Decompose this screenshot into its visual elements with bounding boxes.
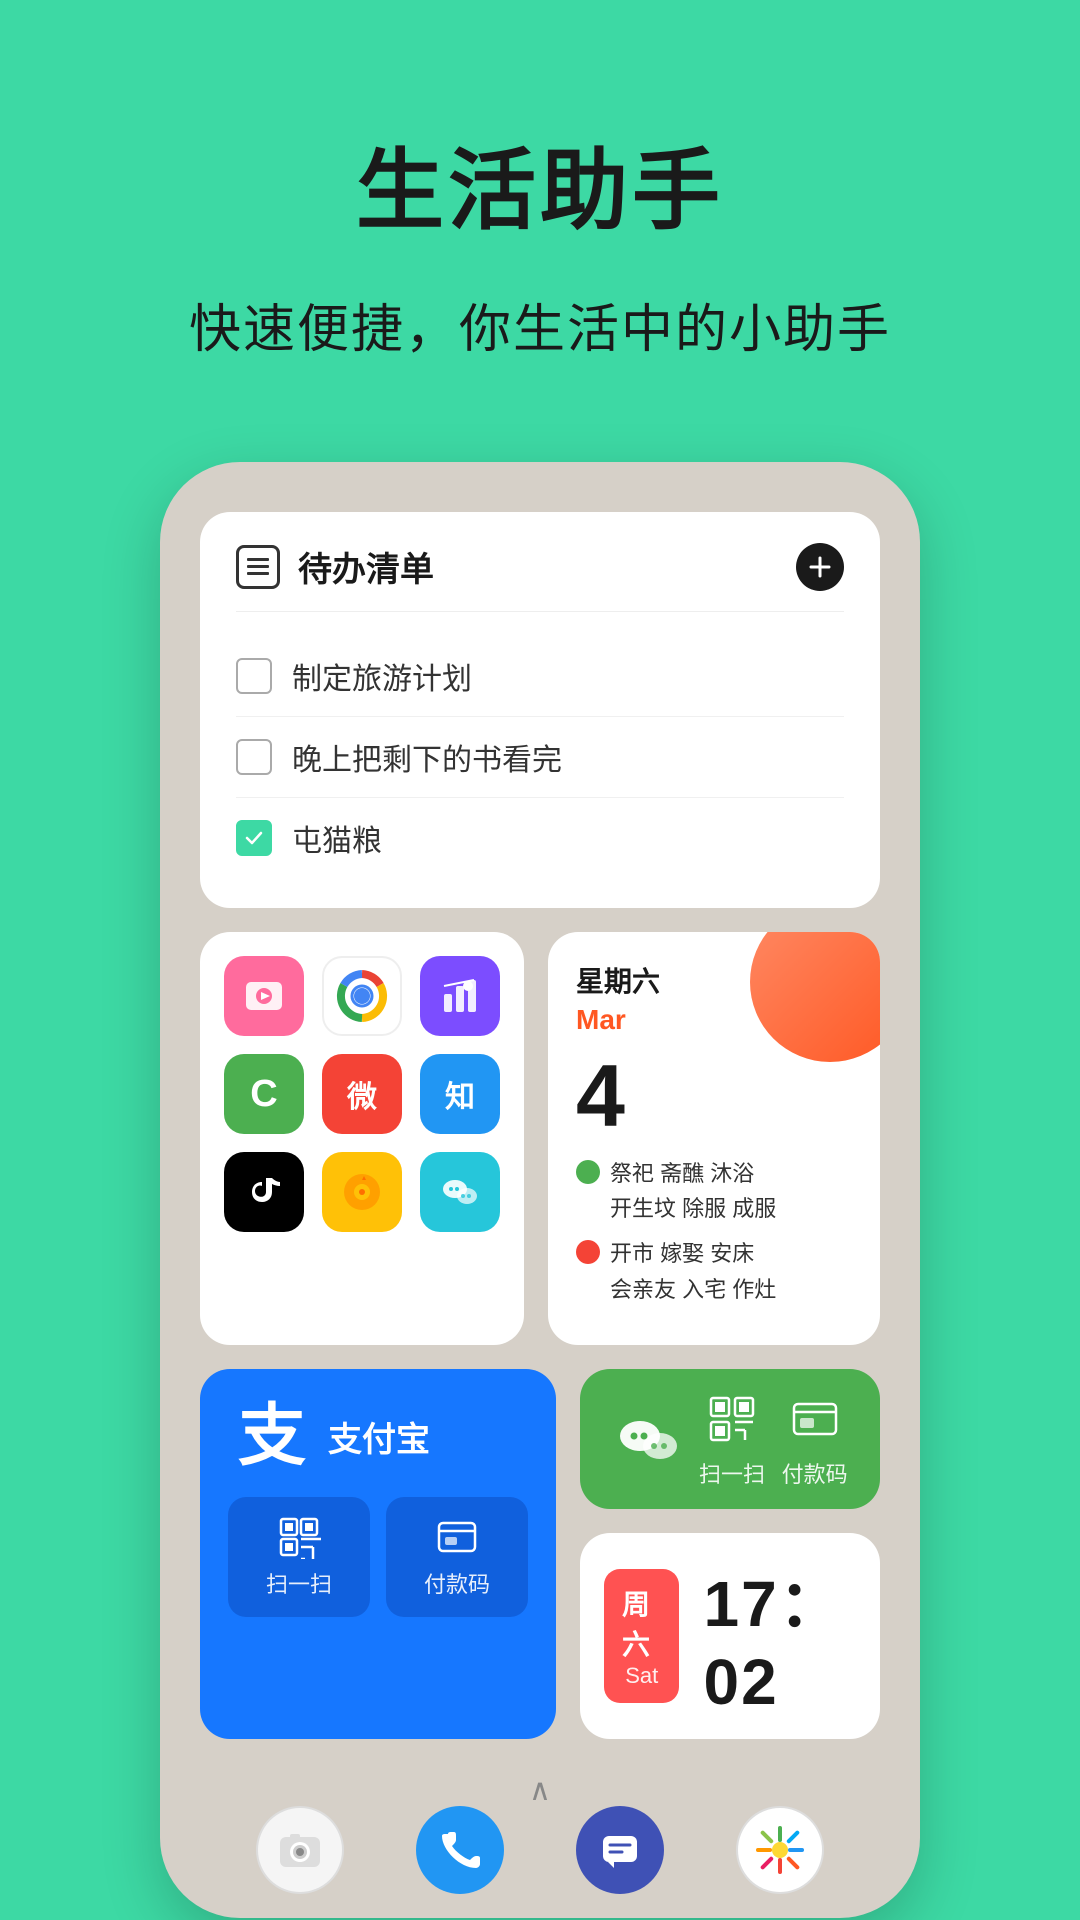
subtitle: 快速便捷，你生活中的小助手: [60, 287, 1020, 362]
pay-icon: [435, 1515, 479, 1559]
calendar-widget: 星期六 Mar 4 祭祀 斋醮 沐浴开生坟 除服 成服 开市 嫁娶 安床会亲友 …: [548, 932, 880, 1345]
todo-text-3: 屯猫粮: [292, 816, 382, 860]
tiktok-app-icon[interactable]: [224, 1152, 304, 1232]
clock-weekday-en: Sat: [625, 1663, 658, 1689]
music-app-icon[interactable]: [322, 1152, 402, 1232]
todo-item-3[interactable]: 屯猫粮: [236, 798, 844, 878]
cal-good-tag: [576, 1160, 600, 1184]
phone-wrapper: 待办清单 制定旅游计划 晚上把剩下的书看完: [0, 462, 1080, 1918]
wechat-pay-icon: [785, 1389, 845, 1449]
todo-text-2: 晚上把剩下的书看完: [292, 735, 562, 779]
checkbox-3[interactable]: [236, 820, 272, 856]
clock-widget: 周六 Sat 17：02: [580, 1533, 880, 1739]
main-title: 生活助手: [60, 120, 1020, 247]
todo-add-button[interactable]: [796, 543, 844, 591]
apps-widget: C 微 知: [200, 932, 524, 1345]
bottom-row: 支 支付宝: [200, 1369, 880, 1739]
dock: [160, 1806, 920, 1894]
todo-widget: 待办清单 制定旅游计划 晚上把剩下的书看完: [200, 512, 880, 908]
alipay-logo: 支: [228, 1397, 308, 1477]
dock-photos-icon[interactable]: [736, 1806, 824, 1894]
wechat-logo: [612, 1404, 682, 1474]
dock-message-icon[interactable]: [576, 1806, 664, 1894]
wechat-pay-label: 付款码: [782, 1457, 848, 1489]
middle-row: C 微 知: [200, 932, 880, 1345]
todo-list-icon: [236, 545, 280, 589]
clock-day-badge: 周六 Sat: [604, 1569, 679, 1703]
wechat-scan-button[interactable]: 扫一扫: [699, 1389, 765, 1489]
cal-good-row: 祭祀 斋醮 沐浴开生坟 除服 成服: [576, 1156, 852, 1226]
wechat-pay-button[interactable]: 付款码: [782, 1389, 848, 1489]
todo-title: 待办清单: [298, 542, 434, 591]
cal-bad-tag: [576, 1240, 600, 1264]
alipay-buttons: 扫一扫 付款码: [228, 1497, 528, 1617]
checkbox-1[interactable]: [236, 658, 272, 694]
apps-grid: C 微 知: [224, 956, 500, 1232]
header-section: 生活助手 快速便捷，你生活中的小助手: [0, 0, 1080, 422]
cal-bad-row: 开市 嫁娶 安床会亲友 入宅 作灶: [576, 1236, 852, 1306]
clock-time: 17：02: [703, 1553, 856, 1719]
dock-phone-icon[interactable]: [416, 1806, 504, 1894]
cal-good-events: 祭祀 斋醮 沐浴开生坟 除服 成服: [610, 1156, 776, 1226]
stats-app-icon[interactable]: [420, 956, 500, 1036]
scan-icon: [277, 1515, 321, 1559]
zhihu-app-icon[interactable]: 知: [420, 1054, 500, 1134]
ca-app-icon[interactable]: C: [224, 1054, 304, 1134]
phone-mockup: 待办清单 制定旅游计划 晚上把剩下的书看完: [160, 462, 920, 1918]
clock-weekday-zh: 周六: [622, 1583, 661, 1663]
cal-bg-decoration: [750, 932, 880, 1062]
wechat-scan-label: 扫一扫: [699, 1457, 765, 1489]
alipay-scan-button[interactable]: 扫一扫: [228, 1497, 370, 1617]
chevron-up-icon: ∧: [529, 1774, 551, 1807]
wechat-mini-app-icon[interactable]: [420, 1152, 500, 1232]
wechat-scan-icon: [702, 1389, 762, 1449]
alipay-pay-label: 付款码: [424, 1567, 490, 1599]
todo-item-1[interactable]: 制定旅游计划: [236, 636, 844, 717]
alipay-pay-button[interactable]: 付款码: [386, 1497, 528, 1617]
todo-item-2[interactable]: 晚上把剩下的书看完: [236, 717, 844, 798]
cal-bad-events: 开市 嫁娶 安床会亲友 入宅 作灶: [610, 1236, 776, 1306]
alipay-top: 支 支付宝: [228, 1397, 528, 1477]
chrome-app-icon[interactable]: [322, 956, 402, 1036]
wechat-pay-widget: 扫一扫 付款码: [580, 1369, 880, 1509]
dock-camera-icon[interactable]: [256, 1806, 344, 1894]
todo-header: 待办清单: [236, 542, 844, 612]
todo-text-1: 制定旅游计划: [292, 654, 472, 698]
alipay-widget: 支 支付宝: [200, 1369, 556, 1739]
alipay-name: 支付宝: [328, 1412, 430, 1461]
weibo-app-icon[interactable]: 微: [322, 1054, 402, 1134]
cal-day-num: 4: [576, 1052, 852, 1140]
checkbox-2[interactable]: [236, 739, 272, 775]
todo-header-left: 待办清单: [236, 542, 434, 591]
media-app-icon[interactable]: [224, 956, 304, 1036]
alipay-scan-label: 扫一扫: [266, 1567, 332, 1599]
svg-text:支: 支: [238, 1398, 306, 1474]
